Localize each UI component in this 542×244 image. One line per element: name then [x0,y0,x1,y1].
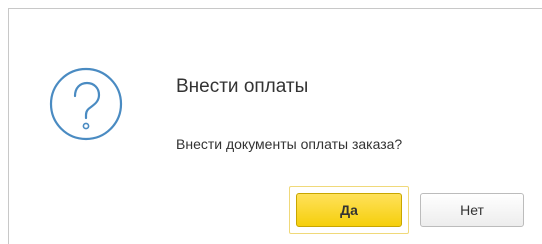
yes-button[interactable]: Да [296,193,402,227]
no-button-label: Нет [460,202,484,218]
dialog-border-top [8,8,542,9]
confirmation-dialog: Внести оплаты Внести документы оплаты за… [0,0,542,244]
dialog-message: Внести документы оплаты заказа? [176,136,403,152]
no-button[interactable]: Нет [420,193,524,227]
question-circle-icon [49,67,123,141]
yes-button-label: Да [340,202,358,218]
dialog-title: Внести оплаты [176,76,309,97]
dialog-border-left [8,8,9,244]
